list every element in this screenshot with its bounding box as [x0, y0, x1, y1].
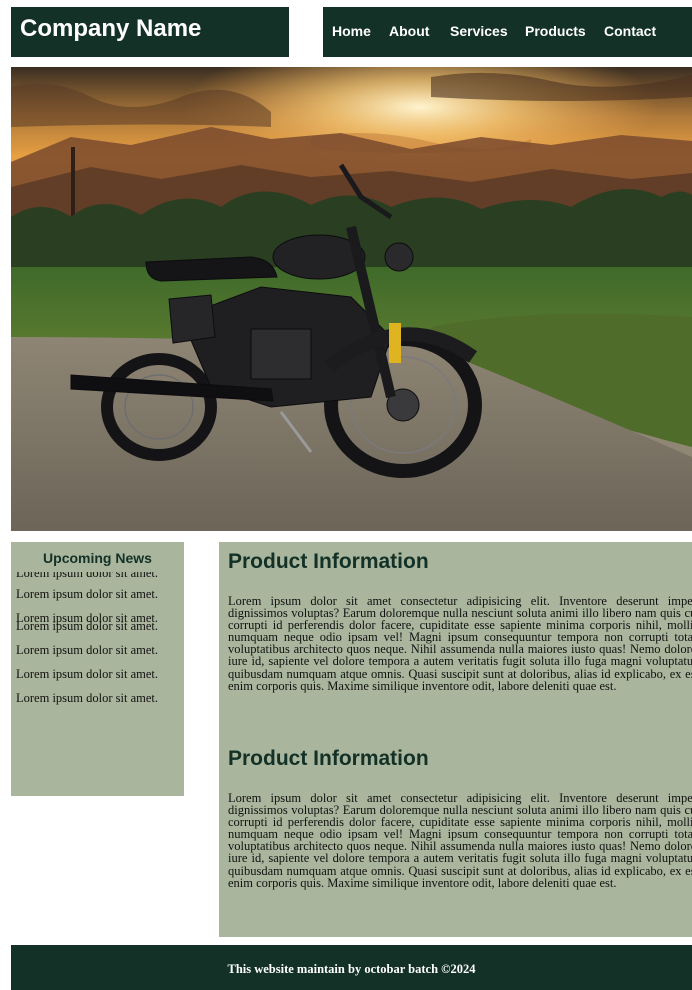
nav-link-services[interactable]: Services — [450, 7, 508, 57]
company-logo[interactable]: Company Name — [20, 15, 201, 42]
news-item[interactable]: Lorem ipsum dolor sit amet. — [16, 619, 158, 634]
news-item[interactable]: Lorem ipsum dolor sit amet. — [16, 643, 158, 658]
nav-link-home[interactable]: Home — [332, 7, 371, 57]
product-section-title: Product Information — [228, 747, 429, 770]
news-marquee: Lorem ipsum dolor sit amet. Lorem ipsum … — [11, 572, 184, 796]
nav-link-about[interactable]: About — [389, 7, 429, 57]
nav-link-contact[interactable]: Contact — [604, 7, 656, 57]
news-item[interactable]: Lorem ipsum dolor sit amet. — [16, 667, 158, 682]
news-title: Upcoming News — [43, 550, 152, 566]
main-nav: Home About Services Products Contact — [323, 7, 692, 57]
news-item[interactable]: Lorem ipsum dolor sit amet. — [16, 587, 158, 602]
news-item[interactable]: Lorem ipsum dolor sit amet. — [16, 572, 158, 581]
news-item[interactable]: Lorem ipsum dolor sit amet. — [16, 691, 158, 706]
upcoming-news-panel: Upcoming News Lorem ipsum dolor sit amet… — [11, 542, 184, 796]
product-section-text: Lorem ipsum dolor sit amet consectetur a… — [228, 791, 692, 890]
footer: This website maintain by octobar batch ©… — [11, 945, 692, 990]
product-section-text: Lorem ipsum dolor sit amet consectetur a… — [228, 594, 692, 693]
product-info-panel: Product Information Lorem ipsum dolor si… — [219, 542, 692, 937]
logo-box: Company Name — [11, 7, 289, 57]
nav-link-products[interactable]: Products — [525, 7, 586, 57]
footer-credit: This website maintain by octobar batch ©… — [227, 962, 476, 976]
product-section-title: Product Information — [228, 550, 429, 573]
hero-image — [11, 67, 692, 531]
